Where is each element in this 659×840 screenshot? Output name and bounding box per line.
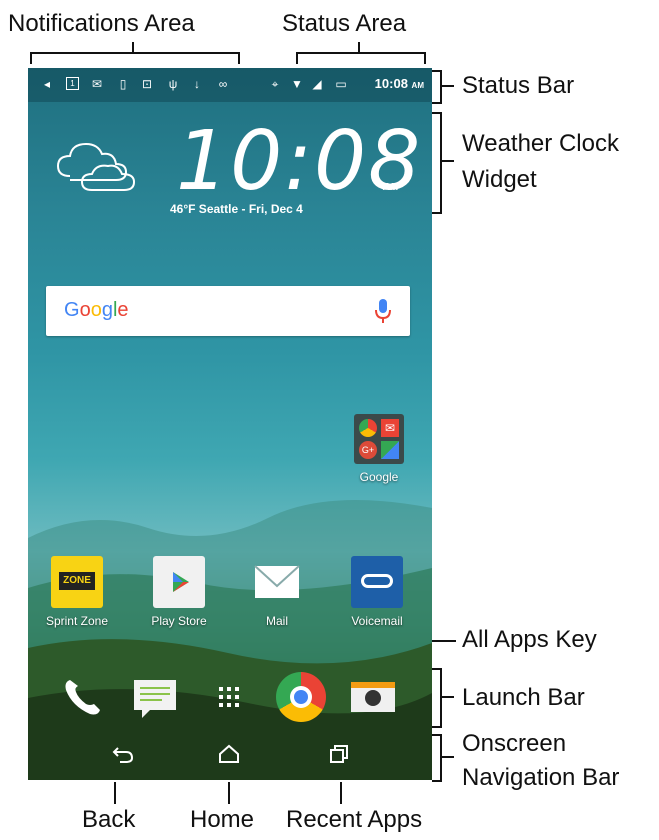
mic-icon[interactable]	[374, 298, 392, 324]
google-folder[interactable]: ✉ G+ Google	[344, 414, 414, 484]
home-button[interactable]	[216, 742, 242, 766]
notifications-area-tick	[132, 42, 134, 54]
app-play-store[interactable]: Play Store	[144, 556, 214, 628]
screenshot-icon: ⊡	[141, 77, 153, 91]
clock-ampm: AM	[383, 182, 399, 193]
status-bar-tick	[440, 85, 454, 87]
back-button[interactable]	[110, 742, 136, 766]
gmail-mini-icon: ✉	[381, 419, 399, 437]
app-mail[interactable]: Mail	[242, 556, 312, 628]
app-sprint-zone[interactable]: ZONE Sprint Zone	[42, 556, 112, 628]
callout-weather-clock-2: Widget	[462, 166, 537, 193]
callout-weather-clock-1: Weather Clock	[462, 130, 619, 157]
sprint-zone-label: Sprint Zone	[45, 614, 109, 628]
book-icon: ▯	[119, 77, 127, 91]
callout-home: Home	[190, 806, 255, 833]
chrome-icon[interactable]	[276, 672, 326, 722]
phone-icon[interactable]	[58, 672, 108, 722]
recent-leader	[340, 782, 342, 804]
play-store-icon	[153, 556, 205, 608]
callout-launch-bar: Launch Bar	[462, 684, 585, 711]
callout-status-bar: Status Bar	[462, 72, 575, 99]
status-time: 10:08 AM	[374, 76, 424, 91]
launch-bar-bracket	[432, 668, 442, 728]
usb-icon: ψ	[168, 77, 178, 91]
callout-notifications-area: Notifications Area	[8, 10, 195, 37]
home-leader	[228, 782, 230, 804]
status-area-tick	[358, 42, 360, 54]
message-icon: ◂	[43, 77, 51, 91]
chrome-mini-icon	[359, 419, 377, 437]
voicemail-icon	[351, 556, 403, 608]
google-logo: Google	[64, 299, 129, 321]
callout-recent-apps: Recent Apps	[286, 806, 423, 833]
wifi-icon: ▼	[291, 77, 303, 91]
back-leader	[114, 782, 116, 804]
callout-back: Back	[82, 806, 136, 833]
calendar-icon: 1	[66, 77, 79, 90]
clock-time: 10:08	[176, 114, 423, 209]
all-apps-icon[interactable]	[204, 672, 254, 722]
camera-icon[interactable]	[348, 672, 398, 722]
google-folder-tile: ✉ G+	[354, 414, 404, 464]
callout-status-area: Status Area	[282, 10, 407, 37]
phone-home-screen: ◂ 1 ✉ ▯ ⊡ ψ ↓ ∞ ⌖ ▼ ◢ ▭ 10:08 AM 10:08 A…	[28, 68, 432, 780]
google-folder-label: Google	[359, 470, 399, 484]
voicemail-status-icon: ∞	[218, 77, 228, 91]
google-search-bar[interactable]: Google	[46, 286, 410, 336]
play-store-label: Play Store	[151, 614, 207, 628]
back-icon	[112, 747, 134, 763]
callout-all-apps-key: All Apps Key	[462, 626, 597, 653]
gps-icon: ⌖	[271, 77, 279, 91]
notifications-area-bracket	[30, 52, 240, 64]
status-bar: ◂ 1 ✉ ▯ ⊡ ψ ↓ ∞ ⌖ ▼ ◢ ▭ 10:08 AM	[28, 68, 432, 102]
voicemail-label: Voicemail	[351, 614, 403, 628]
recent-apps-icon	[330, 745, 348, 763]
cloud-icon	[56, 142, 136, 191]
weather-widget-bracket	[432, 112, 442, 214]
app-voicemail[interactable]: Voicemail	[342, 556, 412, 628]
messages-icon[interactable]	[130, 672, 180, 722]
sprint-zone-icon: ZONE	[51, 556, 103, 608]
download-icon: ↓	[194, 77, 200, 91]
onscreen-navigation-bar	[28, 728, 432, 780]
gplus-mini-icon: G+	[359, 441, 377, 459]
signal-icon: ◢	[312, 77, 322, 91]
battery-icon: ▭	[335, 77, 347, 91]
mail-icon	[251, 556, 303, 608]
launch-bar-tick	[440, 696, 454, 698]
callout-onscreen-2: Navigation Bar	[462, 764, 620, 791]
maps-mini-icon	[381, 441, 399, 459]
recent-apps-button[interactable]	[326, 742, 352, 766]
nav-bar-bracket	[432, 734, 442, 782]
weather-location-date: 46°F Seattle - Fri, Dec 4	[170, 202, 303, 216]
weather-widget-tick	[440, 160, 454, 162]
home-icon	[219, 744, 239, 763]
nav-bar-tick	[440, 756, 454, 758]
email-icon: ✉	[91, 77, 103, 91]
status-area-bracket	[296, 52, 426, 64]
callout-onscreen-1: Onscreen	[462, 730, 567, 757]
mail-label: Mail	[265, 614, 288, 628]
status-bar-bracket	[432, 70, 442, 104]
